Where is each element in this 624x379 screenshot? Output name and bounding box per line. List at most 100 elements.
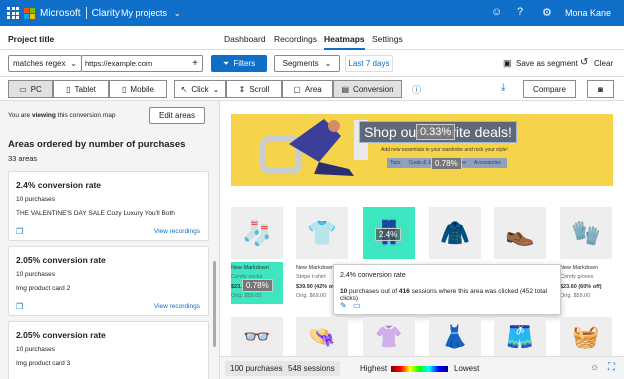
smiley-feedback-icon[interactable]: ☺	[491, 6, 502, 18]
product-image-shorts[interactable]: 🩳	[494, 317, 546, 356]
settings-gear-icon[interactable]: ⚙	[542, 6, 552, 19]
product-label: New Markdown	[231, 265, 269, 271]
areas-count: 33 areas	[8, 154, 38, 163]
match-type-select[interactable]: matches regex ⌄	[8, 55, 82, 72]
desktop-icon: ▭	[19, 84, 27, 94]
tooltip-text-1: purchases out of	[349, 288, 398, 295]
area-card[interactable]: 2.05% conversion rate 10 purchases Img p…	[8, 321, 209, 379]
tooltip-purchases: 10	[340, 288, 348, 295]
panel-scrollbar[interactable]	[213, 261, 216, 347]
area-card-title: 2.4% conversion rate	[16, 180, 102, 190]
product-price: $23.60 (60% off)	[560, 283, 602, 290]
mode-area[interactable]: ▢ Area	[282, 80, 333, 98]
area-card-purchases: 10 purchases	[16, 346, 56, 353]
product-orig-price: Orig. $59.00	[231, 293, 262, 300]
viewing-bold: viewing	[31, 112, 56, 119]
mode-conversion[interactable]: ▤ Conversion	[333, 80, 402, 98]
product-image-hat[interactable]: 👒	[296, 317, 348, 356]
mode-click[interactable]: ↖ Click ⌄	[174, 80, 226, 98]
clear-button[interactable]: Clear	[594, 59, 613, 68]
device-tablet[interactable]: ▯ Tablet	[53, 80, 109, 98]
user-name[interactable]: Mona Kane	[565, 8, 611, 18]
product-image-tshirt[interactable]: 👕	[296, 207, 348, 259]
tooltip-detail: 10 purchases out of 416 sessions where t…	[340, 288, 560, 302]
product-price: $39.90 (42% off)	[296, 283, 338, 290]
help-icon[interactable]: ?	[517, 6, 523, 18]
tablet-icon: ▯	[66, 84, 71, 94]
segments-label: Segments	[282, 59, 319, 68]
area-card-name: THE VALENTINE'S DAY SALE Cozy Luxury You…	[16, 210, 175, 217]
conversion-bubble: 0.78%	[431, 157, 462, 170]
product-image-dress[interactable]: 👗	[429, 317, 481, 356]
view-recordings-link[interactable]: View recordings	[154, 228, 200, 235]
view-recordings-link[interactable]: View recordings	[154, 303, 200, 310]
top-bar: Microsoft Clarity My projects ⌄ ☺ ? ⚙ Mo…	[0, 0, 624, 26]
edit-areas-button[interactable]: Edit areas	[149, 107, 205, 124]
date-range-button[interactable]: Last 7 days	[345, 55, 393, 72]
download-icon[interactable]: ⤓	[501, 82, 505, 93]
filters-button[interactable]: ⏷ Filters	[211, 55, 267, 72]
area-card[interactable]: 2.4% conversion rate 10 purchases THE VA…	[8, 171, 209, 241]
product-name: Stripe t-shirt	[296, 274, 326, 281]
purchases-count: 100 purchases	[225, 361, 288, 376]
area-card-title: 2.05% conversion rate	[16, 255, 106, 265]
product-image-sweater[interactable]: 👚	[363, 317, 415, 356]
brand[interactable]: Microsoft Clarity	[24, 7, 120, 19]
tab-dashboard[interactable]: Dashboard	[224, 34, 266, 44]
scroll-icon: ⇕	[238, 84, 246, 94]
filter-bar: matches regex ⌄ https://example.com + ⏷ …	[0, 50, 624, 77]
promo-banner[interactable]: Shop our favorite deals! 0.33% Add new e…	[231, 114, 613, 186]
tab-recordings[interactable]: Recordings	[274, 34, 317, 44]
segments-dropdown[interactable]: Segments ⌄	[274, 55, 340, 72]
add-icon[interactable]: +	[192, 58, 198, 69]
app-launcher-icon[interactable]	[7, 7, 19, 19]
area-card-name: Img product card 3	[16, 360, 71, 367]
tooltip-sessions: 416	[398, 288, 410, 295]
projects-dropdown[interactable]: My projects ⌄	[121, 8, 181, 19]
product-image-socks[interactable]: 🧦	[231, 207, 283, 259]
areas-heading: Areas ordered by number of purchases	[8, 139, 186, 150]
product-image-glasses[interactable]: 👓	[231, 317, 283, 356]
heatmap-canvas: Shop our favorite deals! 0.33% Add new e…	[220, 101, 624, 356]
heat-legend	[391, 366, 448, 372]
edit-pencil-icon[interactable]: ✎	[340, 301, 347, 310]
brightness-icon[interactable]: ☼	[590, 362, 599, 373]
banner-link-accessories[interactable]: Accessories	[474, 160, 501, 166]
legend-highest: Highest	[360, 364, 388, 373]
tab-settings[interactable]: Settings	[372, 34, 403, 44]
conversion-bubble: 0.78%	[242, 279, 273, 292]
video-icon[interactable]: ▭	[353, 301, 361, 310]
project-nav: Project title Dashboard Recordings Heatm…	[0, 26, 624, 50]
url-value: https://example.com	[85, 59, 153, 68]
screenshot-button[interactable]: ◙	[587, 80, 614, 98]
save-segment-button[interactable]: Save as segment	[516, 59, 578, 68]
mode-conversion-label: Conversion	[353, 84, 394, 94]
device-mobile[interactable]: ▯ Mobile	[109, 80, 167, 98]
product-info: New Markdown Stripe t-shirt $39.90 (42% …	[296, 264, 338, 301]
product-image-basket[interactable]: 🧺	[560, 317, 612, 356]
area-icon: ▢	[293, 84, 301, 94]
product-image-jacket[interactable]: 🧥	[429, 207, 481, 259]
copy-icon[interactable]: ❐	[16, 227, 23, 236]
compare-label: Compare	[533, 84, 566, 94]
device-pc[interactable]: ▭ PC	[8, 80, 53, 98]
stats-bar: 100 purchases 548 sessions Highest Lowes…	[220, 356, 624, 379]
save-icon[interactable]: ▣	[503, 58, 512, 69]
info-icon[interactable]: ⓘ	[412, 83, 421, 96]
fullscreen-icon[interactable]: ⛶	[608, 362, 615, 373]
mode-scroll[interactable]: ⇕ Scroll	[226, 80, 282, 98]
product-image-shoes[interactable]: 👞	[494, 207, 546, 259]
date-range-label: Last 7 days	[348, 59, 390, 68]
area-card-purchases: 10 purchases	[16, 271, 56, 278]
product-label: New Markdown	[296, 265, 334, 271]
area-card[interactable]: 2.05% conversion rate 10 purchases Img p…	[8, 246, 209, 316]
copy-icon[interactable]: ❐	[16, 302, 23, 311]
device-tablet-label: Tablet	[74, 84, 96, 94]
product-label: New Markdown	[560, 265, 598, 271]
compare-button[interactable]: Compare	[523, 80, 576, 98]
product-image-gloves[interactable]: 🧤	[560, 207, 612, 259]
tab-heatmaps[interactable]: Heatmaps	[324, 34, 365, 50]
url-input[interactable]: https://example.com +	[81, 55, 203, 72]
undo-icon[interactable]: ↺	[580, 57, 588, 68]
banner-link-tops[interactable]: Tops	[390, 160, 401, 166]
